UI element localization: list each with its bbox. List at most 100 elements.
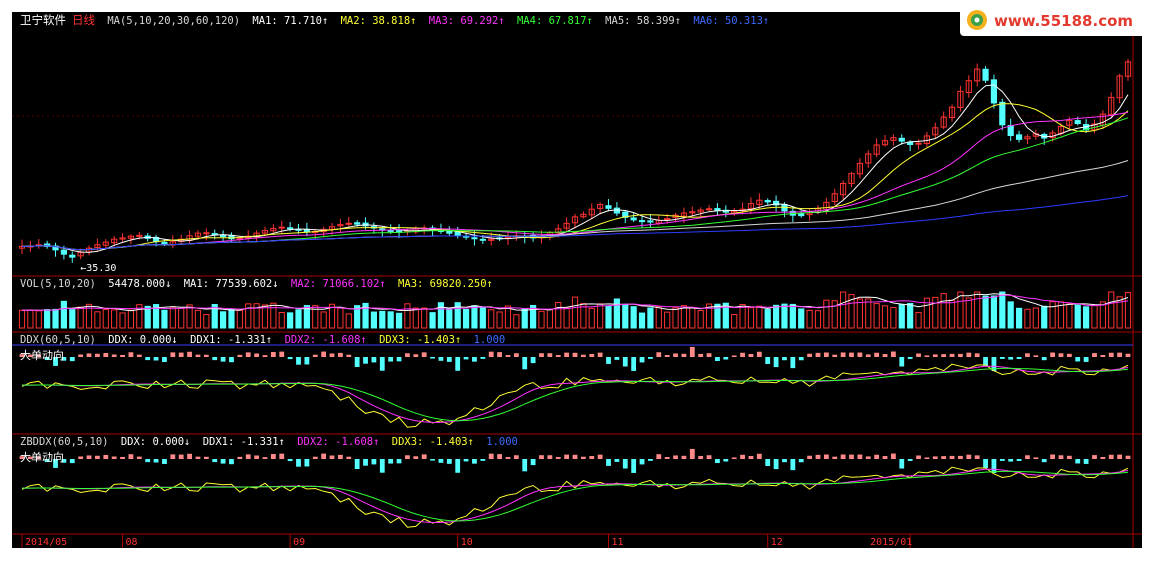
zbddx-bar [287, 459, 293, 462]
zbddx-bar [832, 456, 838, 459]
zbddx-bar [488, 453, 494, 459]
zbddx-bar [656, 454, 662, 459]
volume-bar [831, 300, 838, 329]
zbddx-bar [798, 459, 804, 463]
volume-ma3: MA3: 69820.250↑ [398, 278, 493, 290]
zbddx-bar [195, 456, 201, 459]
zbddx-bar [279, 453, 285, 459]
ddx-bar [1058, 353, 1064, 357]
zbddx-bar [480, 459, 486, 461]
volume-bar [948, 299, 956, 329]
ddx-bar [1050, 352, 1055, 357]
volume-bar [44, 309, 51, 329]
zbddx-bar [756, 453, 762, 459]
zbddx-bar [966, 454, 972, 459]
volume-bar [69, 309, 76, 329]
volume-bar [638, 312, 646, 329]
ddx-bar [555, 355, 561, 357]
candle-body [999, 101, 1006, 126]
zbddx-bar [170, 454, 176, 459]
ddx-bar [270, 352, 276, 357]
zbddx-bar [689, 448, 695, 459]
ddx-bar [480, 357, 486, 359]
zbddx-bar [715, 459, 720, 464]
ddx-bar [145, 357, 151, 361]
volume-bar [496, 311, 503, 329]
zbddx-bar [337, 454, 343, 459]
volume-bar [479, 306, 486, 329]
ddx-bar [1083, 357, 1089, 362]
ddx-legend: DDX(60,5,10) DDX: 0.000↓ DDX1: -1.331↑ D… [20, 334, 511, 346]
volume-bar [739, 303, 746, 329]
ma5-line [21, 160, 1129, 251]
zbddx-bar [363, 459, 368, 466]
ma1-line [21, 84, 1129, 253]
ddx-bar [262, 355, 268, 357]
zbddx-bar [86, 455, 92, 459]
volume-bar [781, 303, 788, 329]
zbddx-bar [1016, 459, 1022, 461]
ma2-value: MA2: 38.818↑ [340, 15, 417, 27]
ddx-bar [296, 357, 301, 365]
zbddx-bar [446, 459, 452, 464]
zbddx-bar [1066, 455, 1072, 459]
zbddx-bar [1075, 459, 1081, 464]
ddx-bar [698, 353, 704, 357]
volume-bar [295, 309, 302, 329]
zbddx-bar [740, 454, 745, 459]
x-tick-label: 10 [461, 537, 473, 548]
ddx-bar [212, 357, 218, 361]
volume-bar [940, 293, 947, 329]
ddx-bar [103, 352, 109, 357]
volume-layer [18, 291, 1132, 329]
volume-bar [144, 305, 151, 329]
zbddx-bar [321, 453, 327, 459]
ddx-ddx1-line [21, 363, 1129, 428]
zbddx-bar [589, 455, 595, 459]
zbddx-bar [564, 454, 570, 459]
volume-bar [555, 301, 562, 329]
volume-bar [320, 311, 327, 329]
ddx-bar [237, 354, 243, 357]
ddx-bar [648, 357, 653, 359]
volume-bar [412, 307, 419, 329]
zbddx-bar [706, 455, 712, 459]
volume-bar [1032, 307, 1039, 329]
ddx-bar [396, 357, 402, 362]
zbddx-bar [899, 459, 905, 469]
ddx-bar [966, 352, 972, 357]
ddx-bar [153, 357, 159, 361]
zbddx-bar [128, 454, 134, 459]
ddx-bar [254, 353, 260, 357]
volume-bar [957, 291, 964, 329]
zbddx-bar [958, 455, 963, 459]
zbddx-bar [572, 454, 578, 459]
volume-bar [1099, 301, 1106, 329]
ddx-bar [572, 352, 578, 357]
zbddx-subtitle: 大单动向 [20, 451, 64, 464]
volume-bar [94, 311, 101, 329]
stock-name: 卫宁软件 [20, 13, 66, 27]
zbddx-bar [547, 455, 553, 459]
candle-body [982, 68, 989, 81]
price-layer: ←35.30←84.98 [18, 58, 1132, 274]
zbddx-bar [932, 456, 938, 459]
zbddx-ddx3-value: DDX3: -1.403↑ [391, 436, 474, 448]
zbddx-ddx3-line [22, 470, 1129, 522]
zbddx-bar [463, 459, 469, 462]
stock-chart-frame[interactable]: ←35.30←84.98 2014/05 08 09 10 11 12 2015/01 卫宁… [12, 12, 1142, 548]
zbddx-bar [245, 454, 251, 459]
volume-bar [471, 305, 478, 329]
volume-bar [287, 312, 294, 329]
volume-bar [932, 296, 939, 329]
volume-bar [538, 310, 545, 329]
volume-bar [446, 308, 453, 329]
ddx-bar [882, 354, 888, 357]
zbddx-bar [681, 455, 687, 459]
ddx-bar [681, 353, 687, 357]
ddx-bar [438, 357, 444, 361]
ddx-bar [932, 354, 938, 357]
ddx-bar [765, 357, 771, 364]
candle-body [1074, 120, 1081, 125]
x-tick-label: 08 [126, 537, 138, 548]
